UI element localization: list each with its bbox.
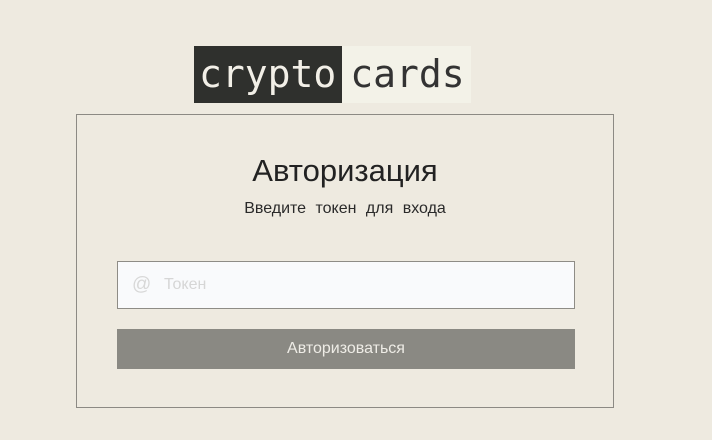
logo-crypto: crypto: [194, 46, 343, 103]
auth-card: Авторизация Введите токен для входа @ Ав…: [76, 114, 614, 408]
at-icon: @: [132, 274, 152, 295]
page-subtitle: Введите токен для входа: [244, 200, 446, 217]
logo: crypto cards: [194, 46, 471, 103]
login-button[interactable]: Авторизоваться: [117, 329, 575, 369]
logo-cards: cards: [342, 46, 471, 103]
login-page: crypto cards Авторизация Введите токен д…: [0, 0, 712, 440]
page-title: Авторизация: [252, 153, 438, 188]
token-field[interactable]: @: [117, 261, 575, 309]
token-input[interactable]: [164, 262, 564, 308]
